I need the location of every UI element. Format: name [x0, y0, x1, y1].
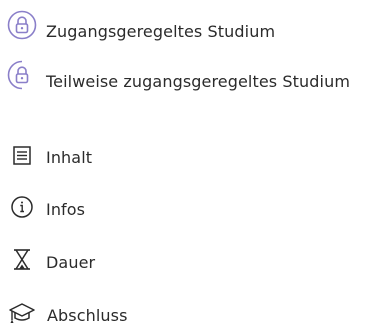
access-legend-partial: Teilweise zugangsgeregeltes Studium	[0, 58, 350, 91]
menu-item-infos-label: Infos	[46, 199, 86, 219]
menu-item-abschluss-label: Abschluss	[47, 305, 128, 325]
document-lines-icon	[12, 145, 32, 167]
access-legend-partial-label: Teilweise zugangsgeregeltes Studium	[46, 72, 351, 91]
menu-item-abschluss[interactable]: Abschluss	[0, 301, 128, 325]
graduation-cap-icon	[8, 301, 36, 325]
menu-item-inhalt[interactable]: Inhalt	[0, 144, 92, 167]
menu-item-infos[interactable]: Infos	[0, 195, 85, 219]
info-circle-icon	[10, 195, 34, 219]
hourglass-icon	[12, 248, 32, 272]
menu-item-inhalt-label: Inhalt	[46, 148, 93, 167]
access-legend-full-label: Zugangsgeregeltes Studium	[46, 22, 276, 41]
menu-item-dauer-label: Dauer	[46, 252, 96, 272]
access-legend-full: Zugangsgeregeltes Studium	[0, 8, 275, 41]
menu-item-dauer[interactable]: Dauer	[0, 248, 95, 272]
lock-full-circle-icon	[7, 10, 37, 40]
lock-half-circle-icon	[7, 60, 37, 90]
